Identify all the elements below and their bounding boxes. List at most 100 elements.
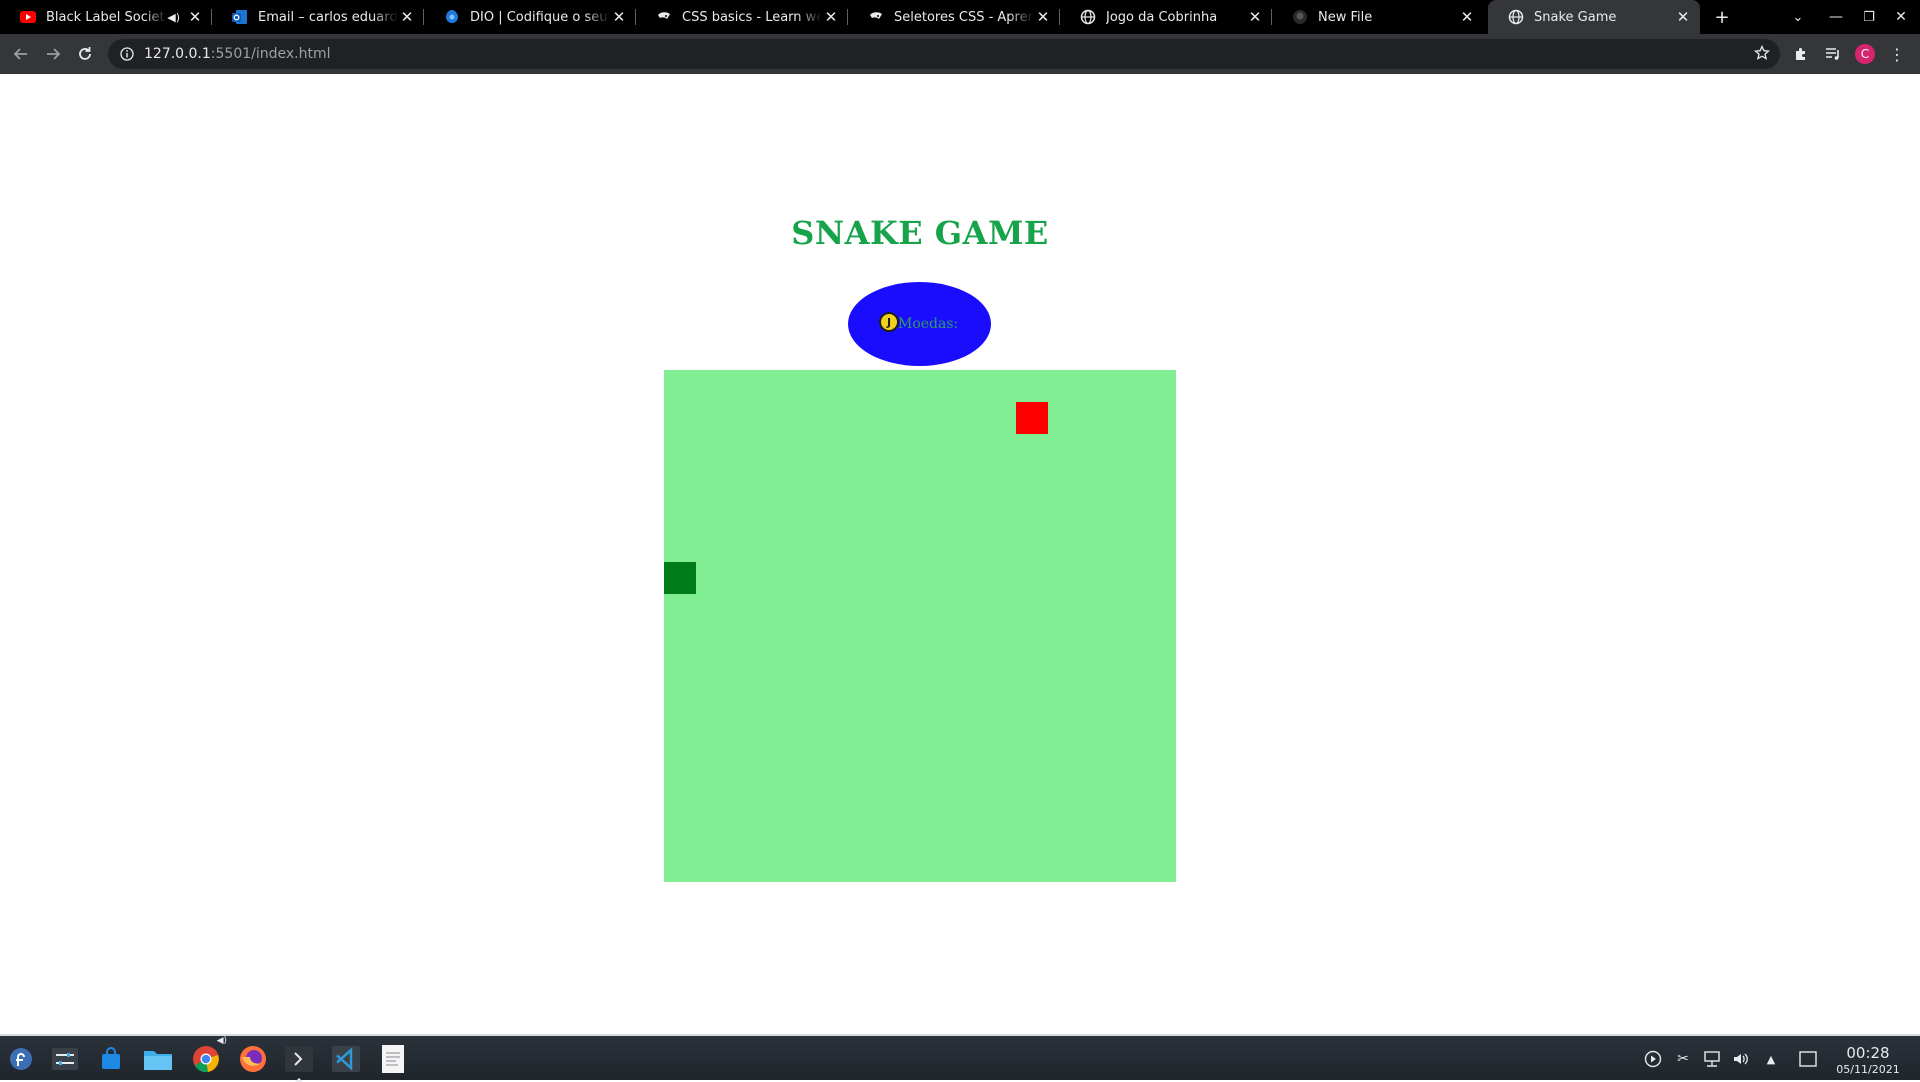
minimize-icon: — (1829, 9, 1843, 25)
firefox-icon (240, 1046, 266, 1072)
arrow-left-icon (13, 48, 27, 60)
firefox-taskbar-button[interactable] (236, 1042, 270, 1076)
profile-button[interactable]: C (1849, 38, 1881, 70)
tab-title: Jogo da Cobrinha (1106, 9, 1218, 25)
clock-date: 05/11/2021 (1836, 1063, 1900, 1076)
tab-strip: Black Label Society B ◀) ✕ Email – carlo… (0, 0, 1920, 34)
tab-dio[interactable]: DIO | Codifique o seu fu ✕ (424, 0, 636, 34)
clock-time: 00:28 (1846, 1044, 1890, 1062)
reload-button[interactable] (69, 38, 101, 70)
tab-title: Black Label Society B (46, 9, 167, 25)
close-tab-icon[interactable]: ✕ (1674, 8, 1692, 26)
minimize-window-button[interactable]: — (1820, 0, 1852, 34)
media-queue-icon (1826, 48, 1839, 60)
close-window-button[interactable]: ✕ (1885, 0, 1917, 34)
taskbar: ◀) ✂ ▲ 00:28 05/11/2021 (0, 1034, 1920, 1082)
mdn-icon (656, 9, 672, 25)
tab-title: CSS basics - Learn web d (682, 9, 822, 25)
vscode-taskbar-button[interactable] (329, 1042, 363, 1076)
game-board[interactable] (664, 370, 1176, 882)
mdn-icon (868, 9, 884, 25)
more-vertical-icon: ⋮ (1889, 44, 1905, 64)
tab-email[interactable]: Email – carlos eduardo – ✕ (212, 0, 424, 34)
arrow-right-icon (47, 48, 61, 60)
tab-seletores-css[interactable]: Seletores CSS - Aprenda ✕ (848, 0, 1060, 34)
page-title: SNAKE GAME (791, 214, 1049, 252)
outlook-icon (232, 9, 248, 25)
shopping-bag-icon (102, 1047, 120, 1069)
tab-title: Email – carlos eduardo – (258, 9, 398, 25)
tab-new-file[interactable]: New File ✕ (1272, 0, 1484, 34)
puzzle-icon (1796, 48, 1805, 60)
close-tab-icon[interactable]: ✕ (186, 8, 204, 26)
media-control-button[interactable] (1817, 38, 1849, 70)
address-bar[interactable]: 127.0.0.1:5501/index.html (108, 39, 1780, 69)
active-indicator (295, 1078, 303, 1082)
terminal-taskbar-button[interactable] (282, 1042, 316, 1082)
info-icon[interactable] (120, 47, 134, 61)
tab-title: Seletores CSS - Aprenda (894, 9, 1034, 25)
snake-segment (664, 562, 696, 594)
sliders-icon (52, 1048, 78, 1070)
close-tab-icon[interactable]: ✕ (822, 8, 840, 26)
file-manager-button[interactable] (141, 1042, 175, 1076)
close-tab-icon[interactable]: ✕ (1458, 8, 1476, 26)
reload-icon (79, 47, 91, 60)
tab-css-basics[interactable]: CSS basics - Learn web d ✕ (636, 0, 848, 34)
chrome-taskbar-button[interactable]: ◀) (189, 1036, 227, 1076)
volume-tray-icon[interactable] (1730, 1048, 1752, 1070)
close-icon: ✕ (1895, 9, 1907, 25)
coin-icon: J (879, 312, 899, 332)
terminal-icon (285, 1046, 313, 1072)
system-settings-button[interactable] (48, 1042, 82, 1076)
coin-label: Moedas: (898, 316, 959, 332)
dio-icon (444, 9, 460, 25)
page-content: SNAKE GAME J Moedas: (0, 74, 1920, 1034)
avatar: C (1855, 44, 1875, 64)
close-tab-icon[interactable]: ✕ (1246, 8, 1264, 26)
back-button[interactable] (5, 38, 37, 70)
vscode-icon (332, 1046, 360, 1072)
fedora-icon (10, 1048, 32, 1070)
network-tray-icon[interactable] (1701, 1048, 1723, 1070)
tray-expand-icon[interactable]: ▲ (1760, 1048, 1782, 1070)
software-store-button[interactable] (94, 1042, 128, 1076)
text-editor-taskbar-button[interactable] (376, 1042, 410, 1076)
restore-icon: ❐ (1863, 9, 1875, 25)
chrome-icon (193, 1046, 219, 1073)
scissors-tray-icon[interactable]: ✂ (1672, 1048, 1694, 1070)
tab-title: Snake Game (1534, 9, 1617, 25)
audio-playing-icon: ◀) (216, 1036, 227, 1046)
restore-window-button[interactable]: ❐ (1853, 0, 1885, 34)
folder-icon (144, 1051, 172, 1070)
close-tab-icon[interactable]: ✕ (610, 8, 628, 26)
close-tab-icon[interactable]: ✕ (398, 8, 416, 26)
url-host: 127.0.0.1 (144, 46, 211, 62)
document-icon (382, 1045, 404, 1073)
close-tab-icon[interactable]: ✕ (1034, 8, 1052, 26)
tab-search-button[interactable]: ⌄ (1782, 0, 1814, 34)
show-desktop-icon[interactable] (1797, 1048, 1819, 1070)
extensions-button[interactable] (1785, 38, 1817, 70)
url-path: :5501/index.html (210, 46, 331, 62)
media-player-tray-icon[interactable] (1642, 1048, 1664, 1070)
new-tab-button[interactable]: + (1706, 0, 1738, 34)
youtube-icon (20, 9, 36, 25)
app-launcher-button[interactable] (4, 1042, 38, 1076)
tab-jogo-da-cobrinha[interactable]: Jogo da Cobrinha ✕ (1060, 0, 1272, 34)
taskbar-clock[interactable]: 00:28 05/11/2021 (1828, 1044, 1908, 1076)
tab-title: DIO | Codifique o seu fu (470, 9, 610, 25)
plus-icon: + (1714, 6, 1730, 28)
browser-menu-button[interactable]: ⋮ (1881, 38, 1913, 70)
github-icon (1292, 9, 1308, 25)
food (1016, 402, 1048, 434)
tab-youtube[interactable]: Black Label Society B ◀) ✕ (0, 0, 212, 34)
forward-button[interactable] (37, 38, 69, 70)
globe-icon (1508, 9, 1524, 25)
bookmark-star-icon[interactable] (1753, 44, 1771, 65)
tab-snake-game[interactable]: Snake Game ✕ (1488, 0, 1700, 34)
browser-toolbar: 127.0.0.1:5501/index.html C ⋮ (0, 34, 1920, 74)
audio-playing-icon[interactable]: ◀) (167, 11, 180, 24)
chevron-down-icon: ⌄ (1792, 9, 1804, 25)
globe-icon (1080, 9, 1096, 25)
